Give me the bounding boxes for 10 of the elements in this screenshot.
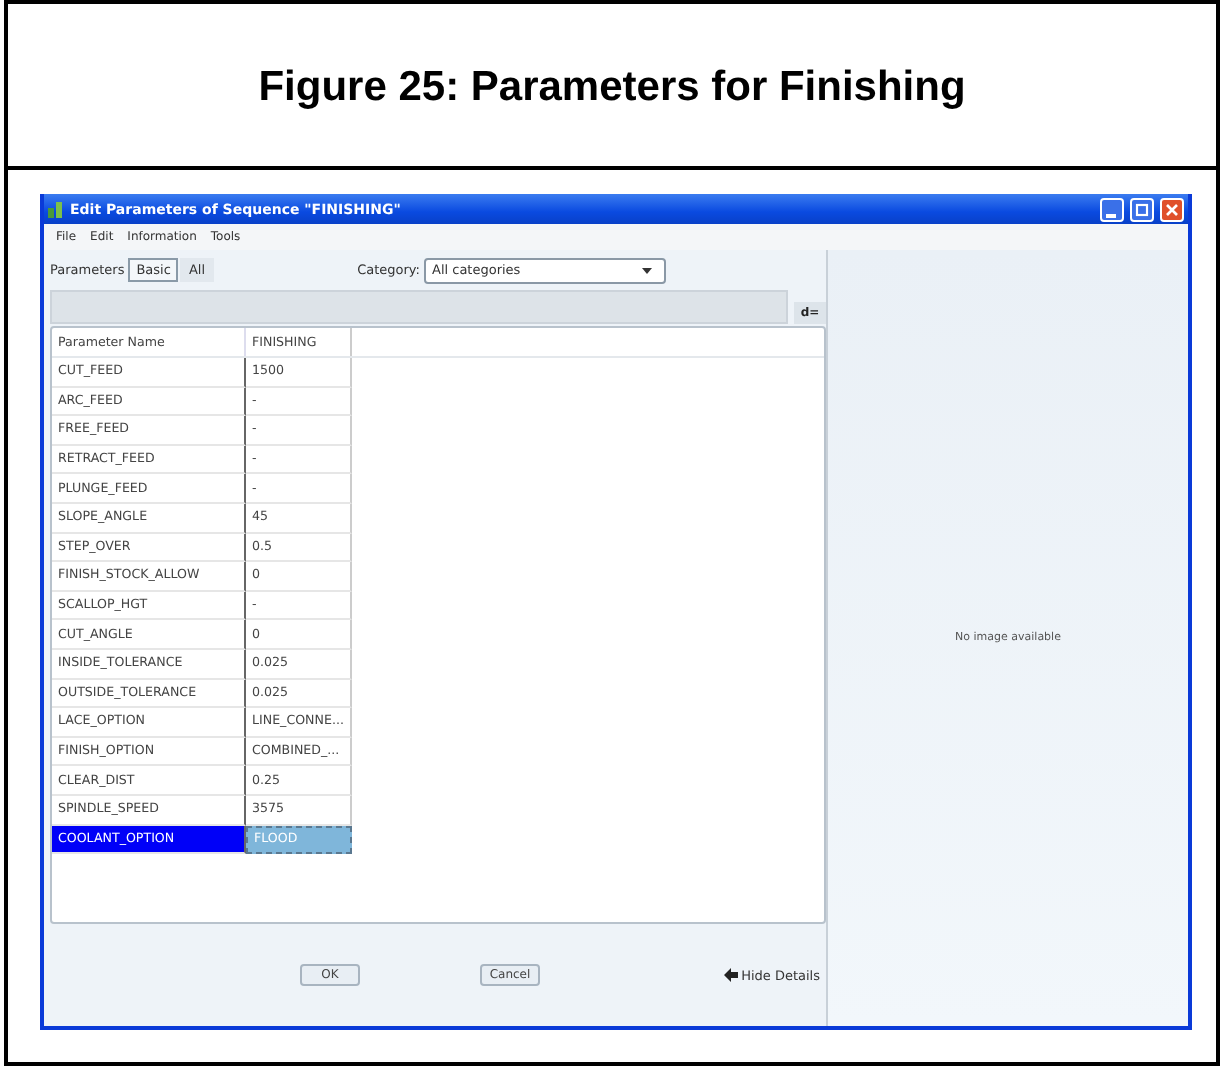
minimize-button[interactable] <box>1100 197 1124 221</box>
arrow-icon <box>723 968 738 982</box>
maximize-icon <box>1132 199 1152 219</box>
figure-title: Figure 25: Parameters for Finishing <box>258 63 966 111</box>
close-icon <box>1162 199 1182 219</box>
maximize-button[interactable] <box>1130 197 1154 221</box>
app-icon <box>48 201 64 217</box>
caret-icon <box>642 267 652 273</box>
minimize-icon <box>1106 213 1116 217</box>
close-button[interactable] <box>1160 197 1184 221</box>
